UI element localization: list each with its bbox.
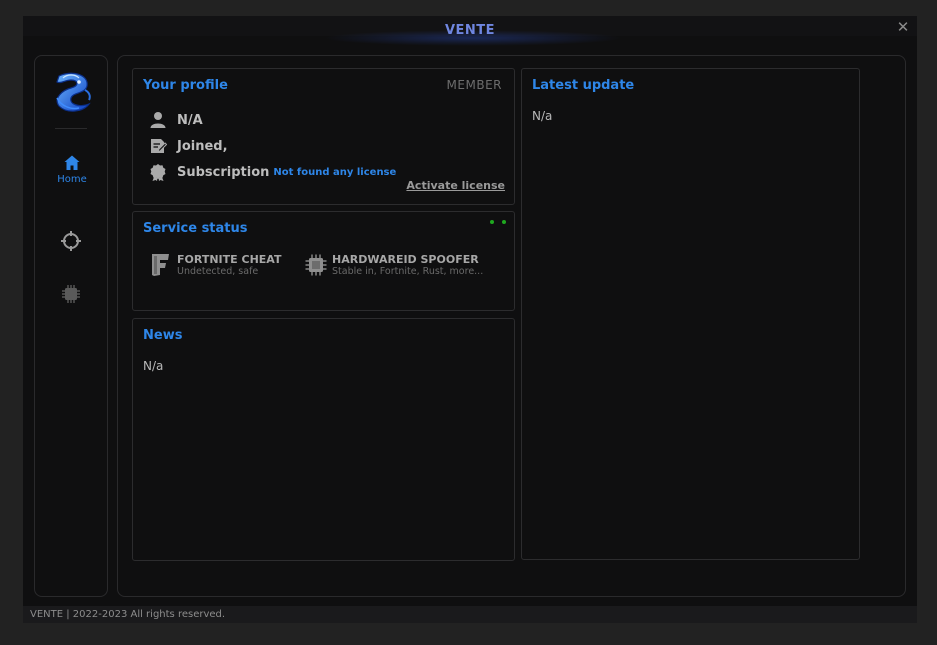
news-body: N/a — [143, 359, 164, 373]
latest-update-title: Latest update — [532, 78, 635, 93]
footer-text: VENTE | 2022-2023 All rights reserved. — [30, 609, 226, 620]
profile-title: Your profile — [143, 78, 228, 93]
service-status-text: Undetected, safe — [177, 266, 259, 277]
footer: VENTE | 2022-2023 All rights reserved. — [23, 606, 917, 623]
role-badge: MEMBER — [446, 78, 502, 92]
close-button[interactable]: ✕ — [895, 19, 911, 35]
status-dot — [490, 220, 494, 224]
news-title: News — [143, 328, 183, 343]
profile-joined: Joined, — [177, 138, 228, 154]
main-panel: Your profile MEMBER N/A Joined, Subscrip… — [117, 55, 906, 597]
sidebar-divider — [55, 128, 87, 129]
profile-joined-row: Joined, — [149, 136, 228, 156]
subscription-label: Subscription — [177, 164, 270, 180]
close-icon: ✕ — [896, 18, 910, 36]
service-status-title: Service status — [143, 221, 248, 236]
service-name: FORTNITE CHEAT — [177, 253, 282, 266]
chip-icon — [305, 254, 327, 276]
window-title: VENTE — [444, 23, 496, 38]
calendar-edit-icon — [151, 139, 167, 154]
user-icon — [150, 112, 166, 128]
profile-card: Your profile MEMBER N/A Joined, Subscrip… — [132, 68, 515, 205]
news-card: News N/a — [132, 318, 515, 561]
service-status-card: Service status FORTNITE CHEAT Undetected… — [132, 211, 515, 311]
sidebar: Home — [34, 55, 108, 597]
crosshair-icon[interactable] — [60, 230, 82, 252]
service-item-fortnite[interactable]: FORTNITE CHEAT Undetected, safe — [150, 253, 281, 281]
dragon-logo-icon — [56, 72, 91, 112]
activate-license-link[interactable]: Activate license — [406, 179, 505, 192]
latest-update-card: Latest update N/a — [521, 68, 860, 560]
award-icon — [150, 164, 166, 181]
status-dot — [502, 220, 506, 224]
service-item-spoofer[interactable]: HARDWAREID SPOOFER Stable in, Fortnite, … — [305, 253, 483, 281]
profile-username-row: N/A — [149, 110, 203, 130]
service-status-text: Stable in, Fortnite, Rust, more... — [332, 266, 484, 277]
service-name: HARDWAREID SPOOFER — [332, 253, 479, 266]
profile-username: N/A — [177, 112, 203, 128]
sidebar-item-home[interactable]: Home — [43, 154, 101, 190]
fortnite-icon — [152, 254, 169, 276]
profile-subscription-row: Subscription Not found any license — [149, 162, 396, 182]
home-icon — [64, 155, 80, 170]
latest-update-body: N/a — [532, 109, 553, 123]
chip-icon[interactable] — [61, 284, 81, 304]
sidebar-item-label: Home — [57, 174, 87, 185]
subscription-value: Not found any license — [273, 166, 397, 178]
app-window: VENTE ✕ Home Your profile MEMBER N/A Joi… — [23, 16, 917, 623]
